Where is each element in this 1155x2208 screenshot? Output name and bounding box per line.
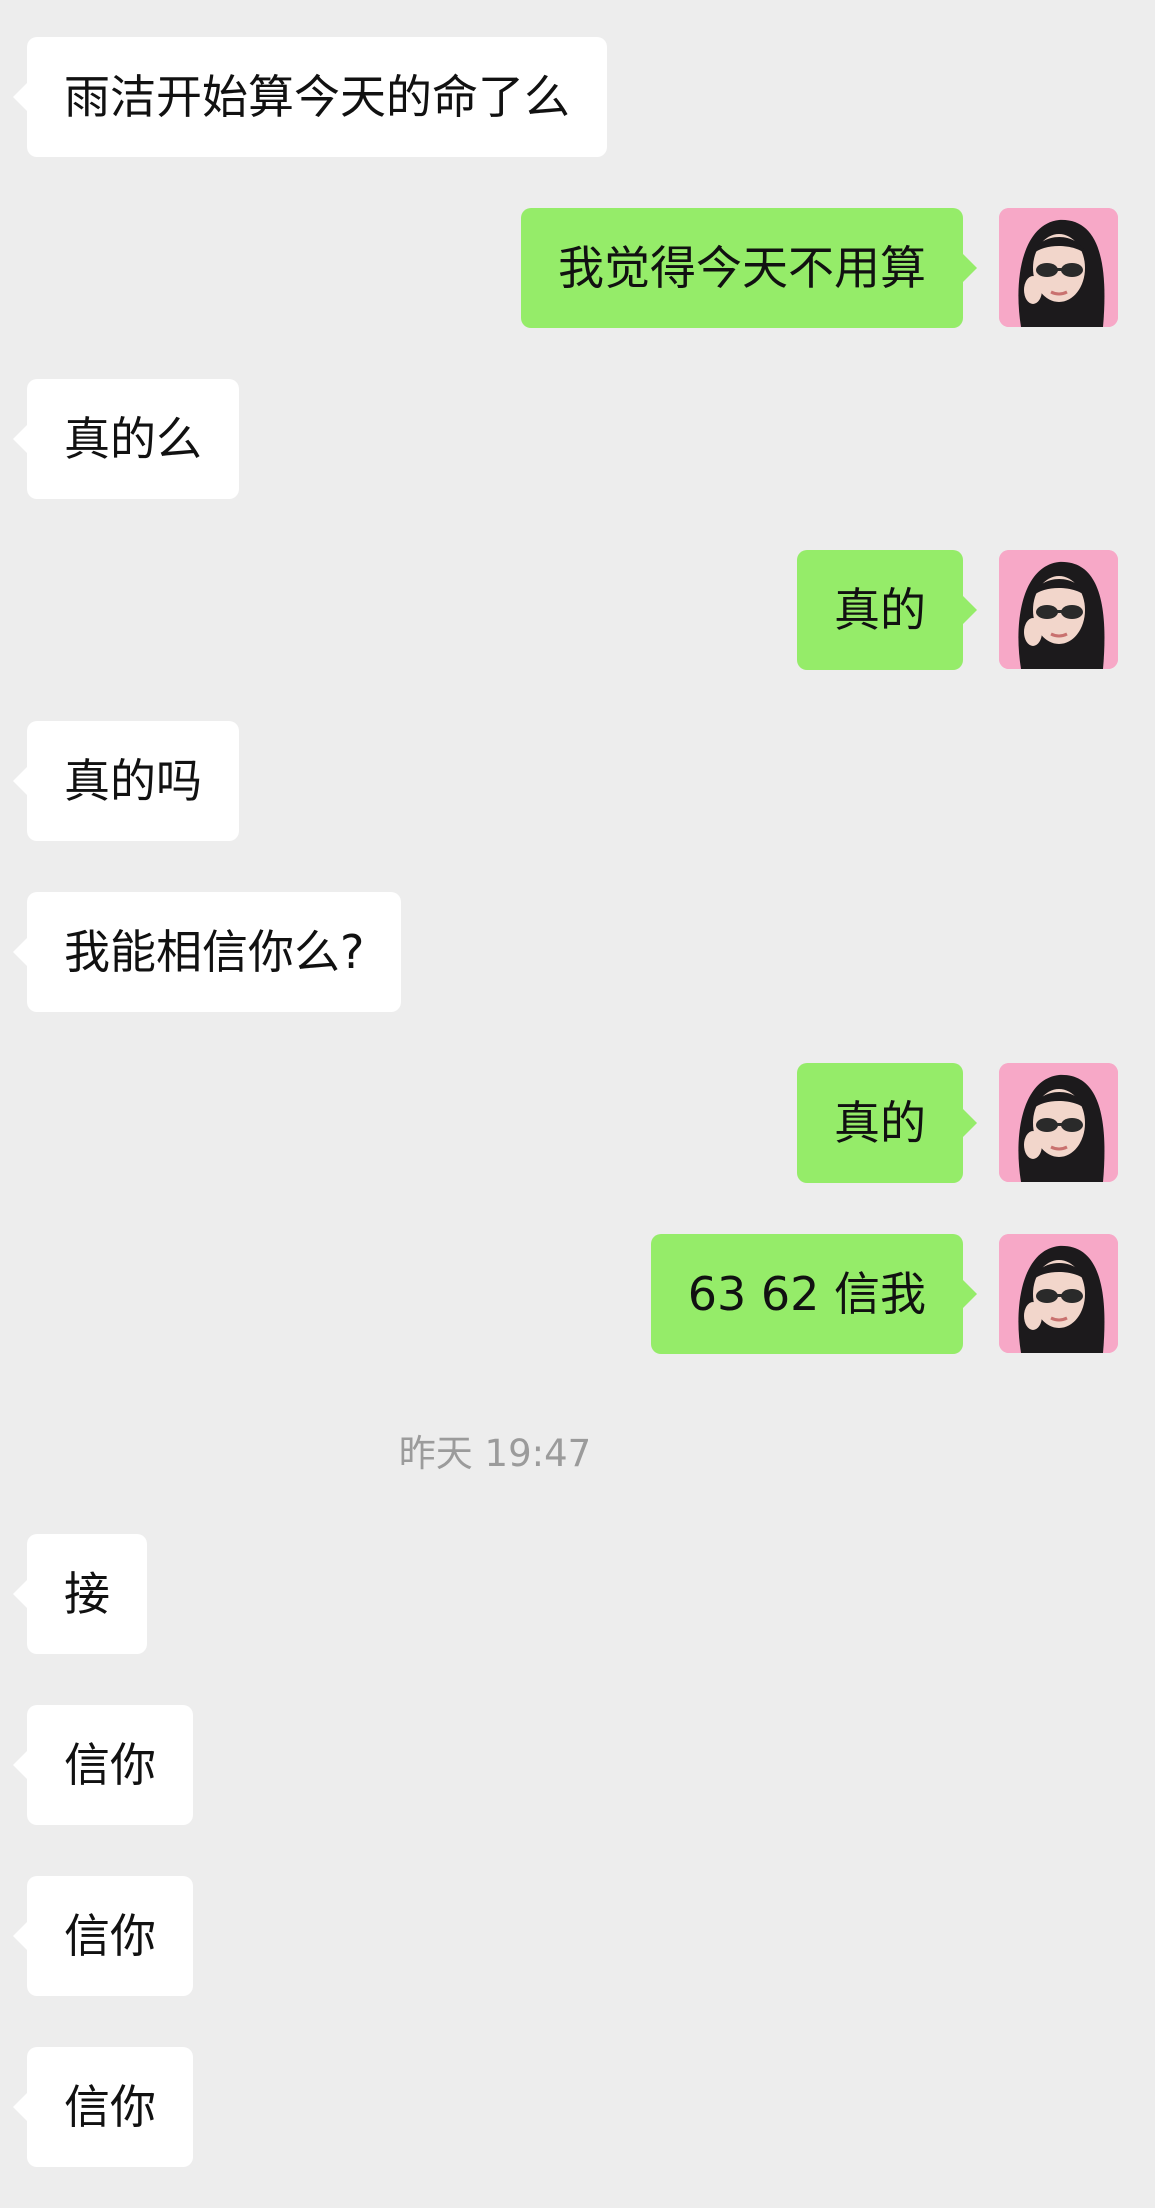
message-text: 真的 <box>834 583 926 637</box>
message-text: 信你 <box>64 1738 156 1792</box>
incoming-message-bubble[interactable]: 信你 <box>13 1876 193 1996</box>
outgoing-message-bubble[interactable]: 63 62 信我 <box>650 1234 978 1354</box>
message-row: 雨洁开始算今天的命了么 <box>0 37 1155 157</box>
avatar-photo-icon <box>999 1234 1118 1353</box>
message-row: 真的吗 <box>0 721 1155 841</box>
user-avatar[interactable] <box>999 1234 1118 1353</box>
incoming-message-bubble[interactable]: 信你 <box>13 2047 193 2167</box>
message-row: 真的 <box>0 550 1155 670</box>
user-avatar[interactable] <box>999 1063 1118 1182</box>
message-text: 信你 <box>64 1909 156 1963</box>
message-text: 我能相信你么? <box>64 925 365 979</box>
message-row: 信你 <box>0 2047 1155 2167</box>
message-row: 我觉得今天不用算 <box>0 208 1155 328</box>
message-row: 真的么 <box>0 379 1155 499</box>
user-avatar[interactable] <box>999 208 1118 327</box>
outgoing-message-bubble[interactable]: 真的 <box>797 1063 977 1183</box>
message-text: 真的 <box>834 1096 926 1150</box>
message-timestamp: 昨天 19:47 <box>398 1432 592 1475</box>
incoming-message-bubble[interactable]: 信你 <box>13 1705 193 1825</box>
message-row: 信你 <box>0 1705 1155 1825</box>
user-avatar[interactable] <box>999 550 1118 669</box>
message-text: 雨洁开始算今天的命了么 <box>64 70 570 124</box>
message-text: 我觉得今天不用算 <box>558 241 926 295</box>
outgoing-message-bubble[interactable]: 我觉得今天不用算 <box>521 208 977 328</box>
message-text: 真的吗 <box>64 754 202 808</box>
message-row: 信你 <box>0 1876 1155 1996</box>
message-text: 信你 <box>64 2080 156 2134</box>
message-row: 真的 <box>0 1063 1155 1183</box>
message-text: 真的么 <box>64 412 202 466</box>
avatar-photo-icon <box>999 550 1118 669</box>
incoming-message-bubble[interactable]: 真的么 <box>13 379 239 499</box>
outgoing-message-bubble[interactable]: 真的 <box>797 550 977 670</box>
message-row: 我能相信你么? <box>0 892 1155 1012</box>
avatar-photo-icon <box>999 1063 1118 1182</box>
incoming-message-bubble[interactable]: 我能相信你么? <box>12 892 402 1012</box>
message-row: 接 <box>0 1534 1155 1654</box>
incoming-message-bubble[interactable]: 雨洁开始算今天的命了么 <box>13 37 607 157</box>
message-text: 63 62 信我 <box>687 1267 926 1321</box>
incoming-message-bubble[interactable]: 接 <box>13 1534 147 1654</box>
chat-area[interactable]: 雨洁开始算今天的命了么 我觉得今天不用算 真的么 真的 真的吗 我能相信你么? … <box>0 0 1155 2208</box>
message-text: 接 <box>64 1567 110 1621</box>
incoming-message-bubble[interactable]: 真的吗 <box>13 721 239 841</box>
message-row: 63 62 信我 <box>0 1234 1155 1354</box>
avatar-photo-icon <box>999 208 1118 327</box>
